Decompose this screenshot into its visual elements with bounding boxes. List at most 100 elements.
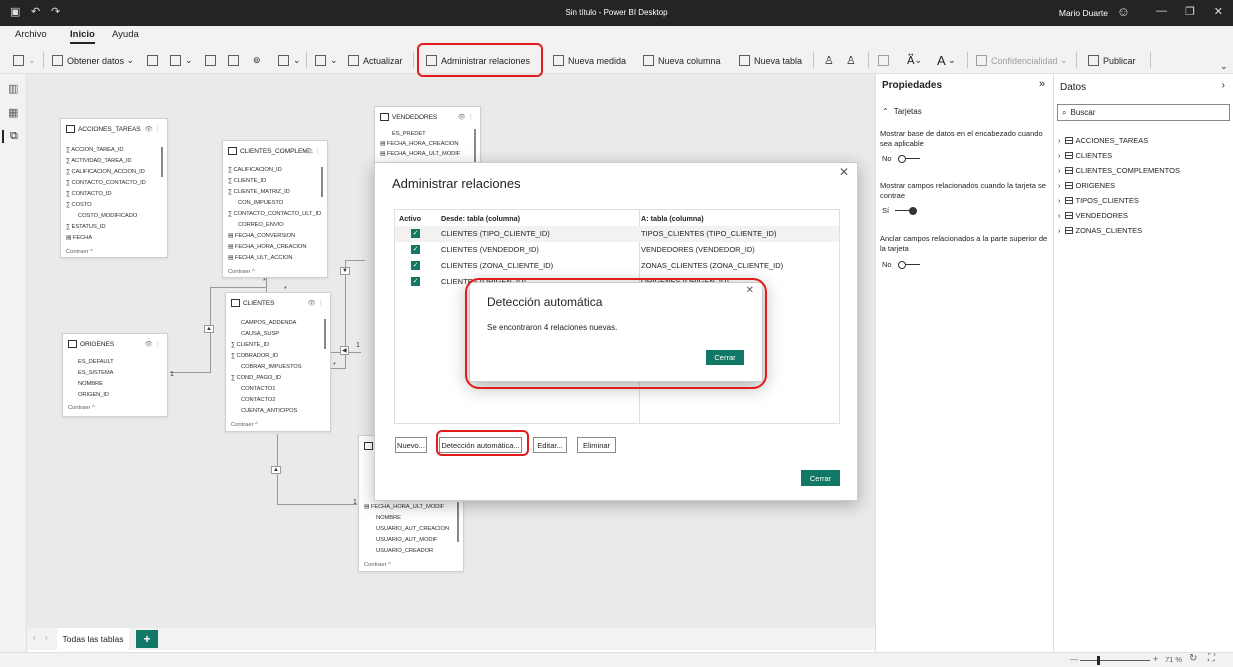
recent-sources-button[interactable]: ⌄ — [278, 52, 301, 69]
field-item[interactable]: ▤ FECHA — [66, 235, 92, 241]
table-card-clientes-complementos[interactable]: CLIENTES_COMPLEM... 👁 ⋮ ∑ CALIFICACION_I… — [222, 140, 328, 278]
visibility-icon[interactable]: 👁 ⋮ — [304, 147, 321, 155]
active-checkbox[interactable]: ✓ — [411, 277, 420, 286]
field-item[interactable]: ∑ CONTACTO_CONTACTO_ID — [66, 180, 146, 186]
table-card-origenes[interactable]: ORIGENES 👁 ⋮ ES_DEFAULT ES_SISTEMA NOMBR… — [62, 333, 168, 417]
field-item[interactable]: ▤ FECHA_HORA_ULT_MODIF — [364, 504, 444, 510]
menu-archivo[interactable]: Archivo — [15, 29, 47, 40]
active-checkbox[interactable]: ✓ — [411, 229, 420, 238]
data-table-item[interactable]: › CLIENTES — [1058, 151, 1112, 160]
tab-todas-las-tablas[interactable]: Todas las tablas — [57, 628, 129, 650]
qa-setup-button[interactable] — [878, 52, 893, 69]
field-item[interactable]: ES_PREDET — [392, 131, 426, 137]
close-icon[interactable]: ✕ — [839, 165, 849, 179]
field-item[interactable]: ▤ FECHA_HORA_CREACION — [228, 244, 307, 250]
field-item[interactable]: ∑ COND_PAGO_ID — [231, 375, 281, 381]
visibility-icon[interactable]: 👁 ⋮ — [307, 299, 324, 307]
field-item[interactable]: ∑ ESTATUS_ID — [66, 224, 106, 230]
relationship-row[interactable]: ✓ CLIENTES (TIPO_CLIENTE_ID) TIPOS_CLIENTE… — [395, 226, 839, 242]
collapse-link[interactable]: Contraer ^ — [68, 405, 95, 411]
edit-relationship-button[interactable]: Editar... — [533, 437, 567, 453]
visibility-icon[interactable]: 👁 ⋮ — [144, 125, 161, 133]
excel-button[interactable] — [147, 52, 162, 69]
table-card-vendedores[interactable]: VENDEDORES 👁 ⋮ ES_PREDET ▤ FECHA_HORA_CR… — [374, 106, 481, 164]
field-item[interactable]: CONTACTO1 — [241, 386, 275, 392]
field-item[interactable]: ▤ FECHA_CONVERSION — [228, 233, 295, 239]
user-name[interactable]: Mario Duarte — [1059, 8, 1108, 18]
field-item[interactable]: ES_DEFAULT — [78, 359, 114, 365]
field-item[interactable]: CAMPOS_ADDENDA — [241, 320, 296, 326]
ribbon-collapse-button[interactable]: ⌄ — [1220, 58, 1228, 75]
new-column-button[interactable]: Nueva columna — [643, 52, 721, 69]
field-item[interactable]: USUARIO_CREADOR — [376, 548, 433, 554]
field-item[interactable]: ∑ COBRADOR_ID — [231, 353, 278, 359]
field-item[interactable]: ∑ CALIFICACION_ACCION_ID — [66, 169, 145, 175]
field-item[interactable]: ORIGEN_ID — [78, 392, 109, 398]
view-as-button[interactable]: ♙ — [846, 52, 856, 69]
field-item[interactable]: ▤ FECHA_HORA_ULT_MODIF — [380, 151, 460, 157]
new-table-button[interactable]: Nueva tabla — [739, 52, 802, 69]
active-checkbox[interactable]: ✓ — [411, 245, 420, 254]
field-item[interactable]: ∑ CLIENTE_ID — [228, 178, 266, 184]
field-item[interactable]: NOMBRE — [376, 515, 401, 521]
table-view-icon[interactable]: ▦ — [8, 106, 18, 119]
collapse-link[interactable]: Contraer ^ — [228, 269, 255, 275]
dataverse-button[interactable]: ⊚ — [253, 52, 261, 69]
visibility-icon[interactable]: 👁 ⋮ — [457, 113, 474, 121]
section-tarjetas[interactable]: ⌃ Tarjetas — [882, 107, 922, 116]
toggle-switch[interactable] — [895, 206, 918, 215]
field-item[interactable]: CUENTA_ANTICIPOS — [241, 408, 297, 414]
visibility-icon[interactable]: 👁 ⋮ — [144, 340, 161, 348]
field-item[interactable]: CAUSA_SUSP — [241, 331, 279, 337]
new-relationship-button[interactable]: Nuevo... — [395, 437, 427, 453]
delete-relationship-button[interactable]: Eliminar — [577, 437, 616, 453]
manage-roles-button[interactable]: ♙ — [824, 52, 834, 69]
field-item[interactable]: CON_IMPUESTO — [238, 200, 283, 206]
minimize-icon[interactable]: — — [1156, 5, 1167, 17]
field-item[interactable]: ∑ CLIENTE_ID — [231, 342, 269, 348]
table-card-acciones-tareas[interactable]: ACCIONES_TAREAS 👁 ⋮ ∑ ACCION_TAREA_ID ∑ … — [60, 118, 168, 258]
menu-inicio[interactable]: Inicio — [70, 29, 95, 44]
scrollbar[interactable] — [324, 319, 326, 349]
field-item[interactable]: ∑ ACTIVIDAD_TAREA_ID — [66, 158, 132, 164]
fit-to-screen-icon[interactable]: ⛶ — [1208, 653, 1215, 664]
active-checkbox[interactable]: ✓ — [411, 261, 420, 270]
field-item[interactable]: ▤ FECHA_ULT_ACCION — [228, 255, 293, 261]
onelake-button[interactable]: ⌄ — [170, 52, 193, 69]
avatar-icon[interactable]: ☺ — [1117, 4, 1130, 19]
add-layout-button[interactable]: + — [136, 630, 158, 648]
close-dialog-button[interactable]: Cerrar — [801, 470, 840, 486]
field-item[interactable]: ∑ CLIENTE_MATRIZ_ID — [228, 189, 290, 195]
field-item[interactable]: COBRAR_IMPUESTOS — [241, 364, 302, 370]
paste-button[interactable]: ⌄ — [13, 52, 36, 69]
scroll-right-icon[interactable]: › — [45, 633, 48, 642]
field-item[interactable]: ∑ CONTACTO_ID — [66, 191, 112, 197]
refresh-button[interactable]: Actualizar — [348, 52, 403, 69]
transform-data-button[interactable]: ⌄ — [315, 52, 338, 69]
field-item[interactable]: ES_SISTEMA — [78, 370, 114, 376]
enter-data-button[interactable] — [228, 52, 243, 69]
data-table-item[interactable]: › CLIENTES_COMPLEMENTOS — [1058, 166, 1180, 175]
collapse-link[interactable]: Contraer ^ — [231, 422, 258, 428]
table-card-clientes[interactable]: CLIENTES 👁 ⋮ CAMPOS_ADDENDA CAUSA_SUSP ∑… — [225, 292, 331, 432]
get-data-button[interactable]: Obtener datos ⌄ — [52, 52, 134, 69]
data-table-item[interactable]: › ZONAS_CLIENTES — [1058, 226, 1142, 235]
search-input[interactable]: ⌕ Buscar — [1057, 104, 1230, 121]
zoom-slider-thumb[interactable] — [1097, 656, 1100, 665]
relationship-row[interactable]: ✓ CLIENTES (ZONA_CLIENTE_ID) ZONAS_CLIENTE… — [395, 258, 839, 274]
scrollbar[interactable] — [161, 147, 163, 177]
collapse-link[interactable]: Contraer ^ — [66, 249, 93, 255]
zoom-in-icon[interactable]: + — [1153, 654, 1158, 664]
data-table-item[interactable]: › TIPOS_CLIENTES — [1058, 196, 1139, 205]
field-item[interactable]: CONTACTO2 — [241, 397, 275, 403]
menu-ayuda[interactable]: Ayuda — [112, 29, 139, 40]
scroll-left-icon[interactable]: ‹ — [33, 633, 36, 642]
relationship-row[interactable]: ✓ CLIENTES (VENDEDOR_ID) VENDEDORES (VENDE… — [395, 242, 839, 258]
toggle-switch[interactable] — [897, 260, 920, 269]
field-item[interactable]: CORREO_ENVIO — [238, 222, 284, 228]
field-item[interactable]: ∑ COSTO — [66, 202, 92, 208]
scrollbar[interactable] — [457, 502, 459, 542]
zoom-out-icon[interactable]: — — [1070, 655, 1078, 664]
field-item[interactable]: ∑ CONTACTO_CONTACTO_ULT_ID — [228, 211, 321, 217]
field-item[interactable]: ∑ CALIFICACION_ID — [228, 167, 282, 173]
